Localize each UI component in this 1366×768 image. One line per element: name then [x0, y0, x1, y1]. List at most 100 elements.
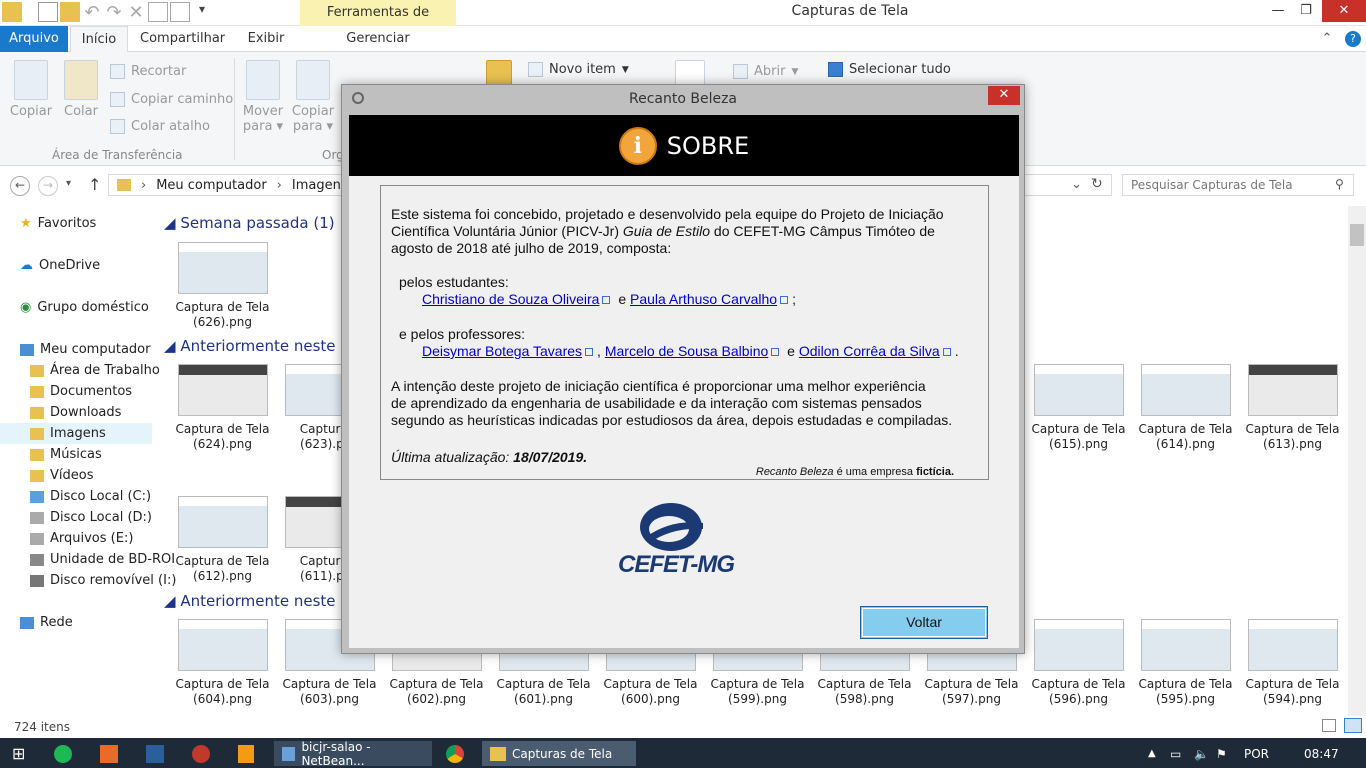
tab-home[interactable]: Início [70, 26, 128, 52]
clock[interactable]: 08:47 [1296, 741, 1344, 766]
recent-locations-icon[interactable]: ▾ [66, 178, 71, 189]
nav-disk-c[interactable]: Disco Local (C:) [30, 489, 151, 504]
ribbon-tabs: Arquivo Início Compartilhar Exibir Geren… [0, 26, 1366, 52]
nav-bd-rom[interactable]: Unidade de BD-ROI [30, 552, 175, 567]
group-header-this-year[interactable]: ◢ Anteriormente neste ano [164, 592, 368, 610]
nav-homegroup[interactable]: ◉ Grupo doméstico [20, 300, 149, 315]
nav-videos[interactable]: Vídeos [30, 468, 93, 483]
file-name-suffix: (615).png [1049, 437, 1108, 451]
nav-network[interactable]: Rede [20, 615, 73, 630]
copy-to-icon [296, 60, 330, 100]
nav-downloads[interactable]: Downloads [30, 405, 121, 420]
properties-icon[interactable] [38, 2, 58, 22]
paste-shortcut-button[interactable]: Colar atalho [110, 119, 210, 134]
scrollbar-thumb[interactable] [1350, 224, 1364, 246]
professor-link-3[interactable]: Odilon Corrêa da Silva [799, 343, 940, 359]
address-dropdown-icon[interactable]: ⌄ [1071, 177, 1082, 192]
tab-view[interactable]: Exibir [240, 26, 292, 52]
back-icon[interactable]: ← [10, 176, 30, 196]
app-icon[interactable] [184, 741, 220, 766]
file-item[interactable]: Captura de Tela (626).png [169, 242, 276, 330]
details-view-icon[interactable] [1322, 719, 1336, 732]
folder-icon[interactable] [2, 2, 22, 22]
nav-disk-e[interactable]: Arquivos (E:) [30, 531, 133, 546]
cut-button[interactable]: Recortar [110, 64, 186, 79]
up-icon[interactable]: ↑ [88, 175, 101, 194]
help-icon[interactable]: ? [1342, 26, 1364, 52]
nav-images[interactable]: Imagens [0, 423, 152, 444]
file-item[interactable]: Captura de Tela (613).png [1239, 364, 1346, 452]
open-button[interactable]: Abrir ▼ [733, 64, 798, 79]
tab-file[interactable]: Arquivo [0, 26, 68, 52]
delete-icon[interactable]: ✕ [126, 2, 146, 23]
nav-documents[interactable]: Documentos [30, 384, 132, 399]
nav-removable[interactable]: Disco removível (I:) [30, 573, 176, 588]
customize-icon[interactable]: ▾ [192, 2, 212, 22]
rename-icon[interactable] [148, 2, 168, 22]
vertical-scrollbar[interactable] [1348, 206, 1366, 716]
professor-link-2[interactable]: Marcelo de Sousa Balbino [605, 343, 768, 359]
flag-icon[interactable]: ⚑ [1208, 741, 1230, 766]
breadcrumb-images[interactable]: Imagens [292, 178, 348, 193]
professors-line: Deisymar Botega Tavares, Marcelo de Sous… [391, 343, 978, 360]
close-button[interactable]: ✕ [1322, 0, 1366, 22]
nav-desktop[interactable]: Área de Trabalho [30, 363, 160, 378]
nav-music[interactable]: Músicas [30, 447, 102, 462]
copy-to-button[interactable]: Copiar para ▾ [290, 60, 336, 134]
student-link-1[interactable]: Christiano de Souza Oliveira [422, 291, 599, 307]
file-item[interactable]: Captura de Tela (624).png [169, 364, 276, 452]
ribbon-collapse-icon[interactable]: ⌃ [1316, 26, 1338, 52]
back-button[interactable]: Voltar [860, 606, 988, 639]
tray-overflow-icon[interactable]: ▲ [1140, 741, 1160, 766]
taskbar-explorer[interactable]: Capturas de Tela [482, 741, 636, 766]
file-item[interactable]: Captura de Tela (615).png [1025, 364, 1132, 452]
refresh-icon[interactable]: ↻ [1091, 176, 1103, 192]
dialog-close-button[interactable]: ✕ [988, 86, 1020, 105]
file-item[interactable]: Captura de Tela (596).png [1025, 619, 1132, 707]
file-item[interactable]: Captura de Tela (614).png [1132, 364, 1239, 452]
tab-share[interactable]: Compartilhar [140, 26, 225, 52]
student-link-2[interactable]: Paula Arthuso Carvalho [630, 291, 777, 307]
file-item[interactable]: Captura de Tela (595).png [1132, 619, 1239, 707]
undo-icon[interactable]: ↶ [82, 2, 102, 23]
language-indicator[interactable]: POR [1236, 741, 1276, 766]
file-item[interactable]: Captura de Tela (594).png [1239, 619, 1346, 707]
nav-disk-d[interactable]: Disco Local (D:) [30, 510, 152, 525]
copy-path-button[interactable]: Copiar caminho [110, 92, 233, 107]
new-item-button[interactable]: Novo item ▼ [528, 62, 629, 77]
volume-icon[interactable]: 🔈 [1186, 741, 1209, 766]
professor-link-1[interactable]: Deisymar Botega Tavares [422, 343, 582, 359]
spotify-icon[interactable] [46, 741, 82, 766]
large-icons-view-icon[interactable] [1344, 718, 1362, 733]
chrome-icon[interactable] [438, 741, 474, 766]
search-input[interactable]: Pesquisar Capturas de Tela ⚲ [1122, 174, 1354, 196]
nav-onedrive[interactable]: ☁ OneDrive [20, 258, 100, 273]
tab-manage[interactable]: Gerenciar [300, 26, 456, 52]
taskbar: ⊞ bicjr-salao - NetBean... Capturas de T… [0, 738, 1366, 768]
file-item[interactable]: Captura de Tela (604).png [169, 619, 276, 707]
sublime-icon[interactable] [230, 741, 266, 766]
taskbar-netbeans[interactable]: bicjr-salao - NetBean... [274, 740, 432, 768]
copy-button[interactable]: Copiar [8, 60, 54, 119]
forward-icon[interactable]: → [38, 176, 58, 196]
redo-icon[interactable]: ↷ [104, 2, 124, 23]
status-bar: 724 itens [0, 716, 1366, 738]
new-folder-icon[interactable] [60, 2, 80, 22]
network-icon[interactable]: ▭ [1162, 741, 1184, 766]
select-all-button[interactable]: Selecionar tudo [828, 62, 951, 77]
nav-computer[interactable]: Meu computador [20, 342, 150, 357]
view-icon[interactable] [170, 2, 190, 22]
breadcrumb-computer[interactable]: Meu computador [156, 178, 266, 193]
quick-access-toolbar: ↶ ↷ ✕ ▾ [0, 2, 212, 24]
group-header-last-week[interactable]: ◢ Semana passada (1) [164, 214, 335, 232]
app-icon[interactable] [138, 741, 174, 766]
app-icon[interactable] [92, 741, 128, 766]
paste-button[interactable]: Colar [60, 60, 102, 119]
maximize-button[interactable]: ❐ [1288, 0, 1324, 22]
file-name-suffix: (612).png [193, 569, 252, 583]
file-name-suffix: (601).png [514, 692, 573, 706]
nav-favorites[interactable]: ★ Favoritos [20, 216, 96, 231]
file-item[interactable]: Captura de Tela (612).png [169, 496, 276, 584]
start-icon[interactable]: ⊞ [4, 741, 40, 766]
move-to-button[interactable]: Mover para ▾ [240, 60, 286, 134]
